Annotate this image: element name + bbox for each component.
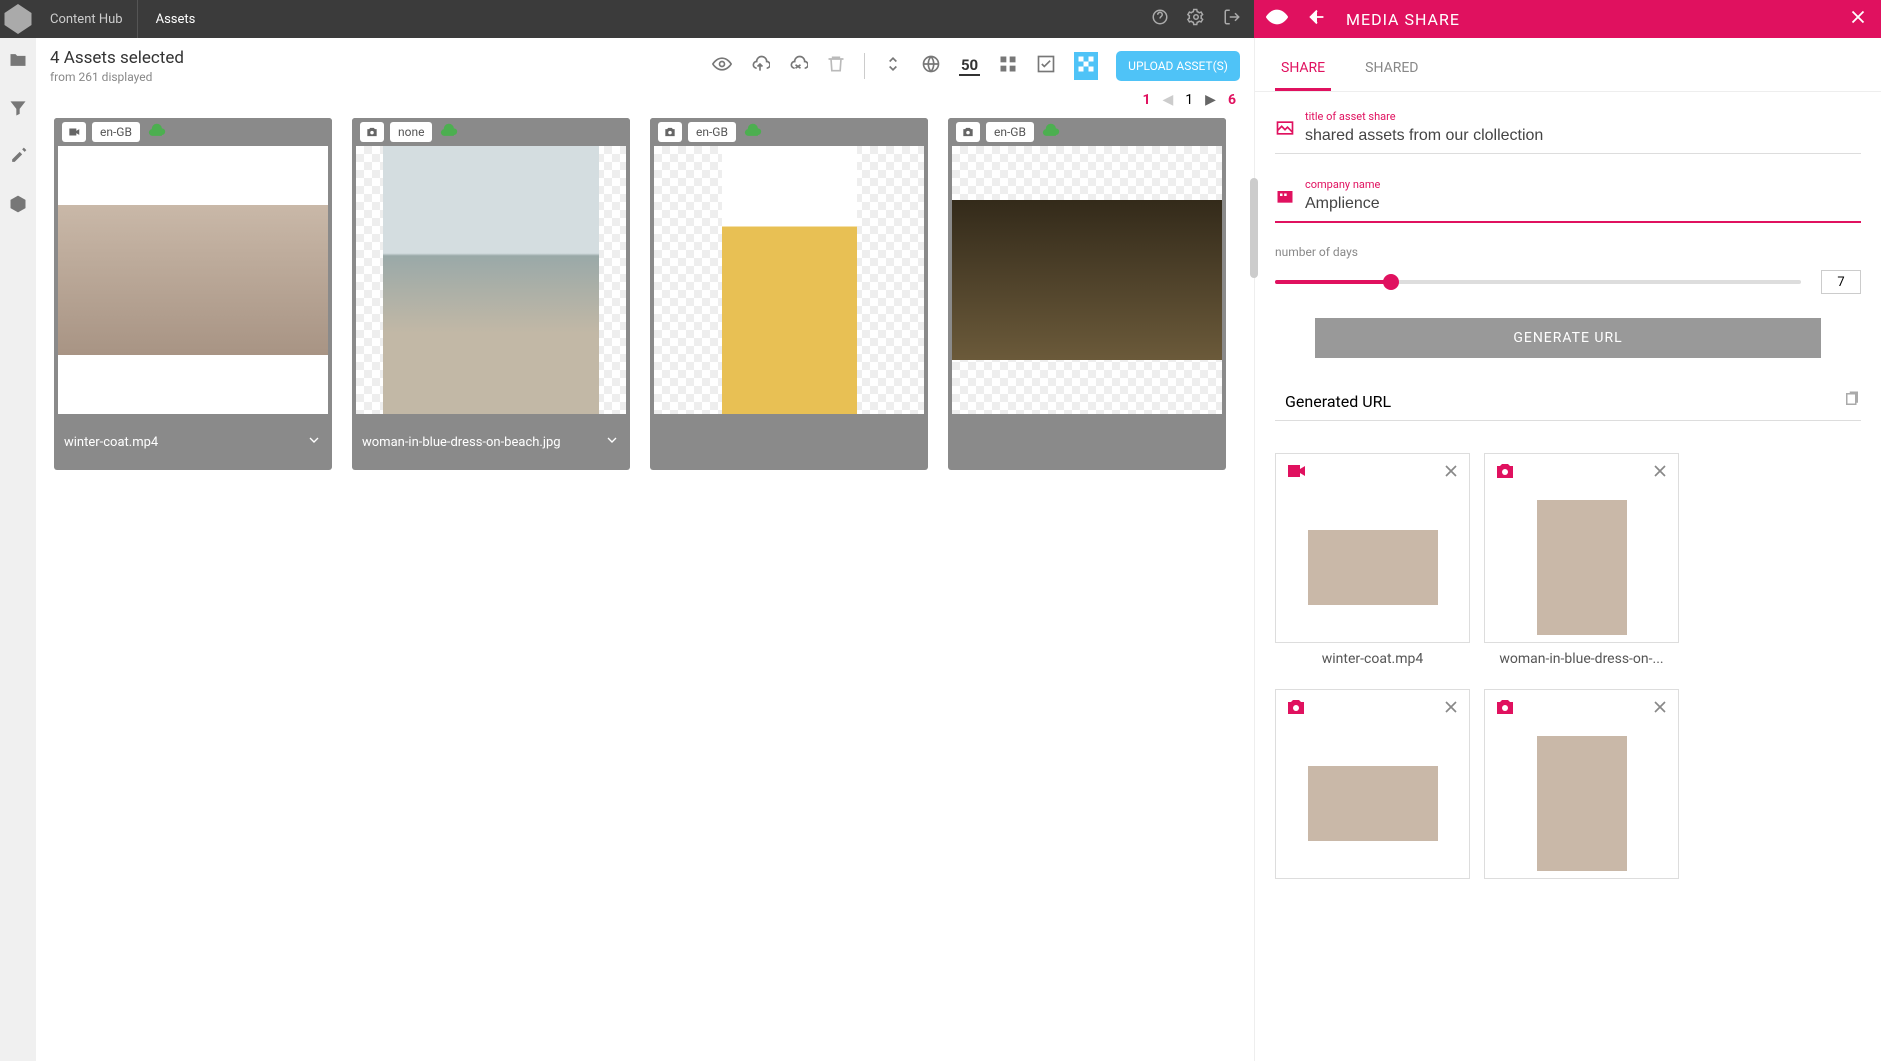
back-icon[interactable] (1306, 6, 1328, 32)
generated-url: Generated URL (1285, 392, 1391, 411)
locale-badge: en-GB (688, 122, 736, 142)
share-item-label: winter-coat.mp4 (1275, 643, 1470, 675)
pager-current: 1 (1185, 92, 1193, 108)
camera-icon (1493, 459, 1517, 487)
image-icon (1275, 118, 1295, 138)
logout-icon[interactable] (1223, 8, 1241, 30)
upload-button[interactable]: UPLOAD ASSET(S) (1116, 51, 1240, 81)
cloud-synced-icon (742, 120, 762, 144)
company-label: company name (1305, 178, 1861, 191)
days-label: number of days (1275, 245, 1358, 259)
days-slider[interactable] (1275, 280, 1801, 284)
pager-prev-icon[interactable]: ◀ (1163, 92, 1174, 108)
video-icon (1284, 459, 1308, 487)
trash-icon[interactable] (826, 54, 846, 78)
checkbox-icon[interactable] (1036, 54, 1056, 78)
preview-icon[interactable] (1266, 6, 1288, 32)
chevron-down-icon[interactable] (604, 432, 620, 452)
share-item (1275, 453, 1470, 643)
help-icon[interactable] (1151, 8, 1169, 30)
locale-badge: none (390, 122, 432, 142)
company-icon (1275, 186, 1295, 206)
asset-card[interactable]: en-GB (948, 118, 1226, 470)
share-item (1484, 689, 1679, 879)
folder-icon[interactable] (8, 50, 28, 70)
cloud-upload-icon[interactable] (750, 54, 770, 78)
days-value[interactable]: 7 (1821, 270, 1861, 294)
tools-icon[interactable] (8, 146, 28, 166)
asset-name: winter-coat.mp4 (64, 435, 158, 450)
eye-icon[interactable] (712, 54, 732, 78)
share-item (1484, 453, 1679, 643)
title-input[interactable] (1305, 127, 1861, 145)
copy-icon[interactable] (1843, 390, 1861, 412)
asset-card[interactable]: none woman-in-blue-dress-on-beach.jpg (352, 118, 630, 470)
title-label: title of asset share (1305, 110, 1861, 123)
tab-shared[interactable]: SHARED (1359, 52, 1424, 91)
sort-icon[interactable] (883, 54, 903, 78)
video-icon (62, 122, 86, 142)
pager-last[interactable]: 6 (1228, 92, 1236, 108)
chevron-down-icon[interactable] (306, 432, 322, 452)
selection-title: 4 Assets selected (50, 48, 698, 68)
pager-next-icon[interactable]: ▶ (1205, 92, 1216, 108)
remove-icon[interactable] (1650, 461, 1670, 485)
gear-icon[interactable] (1187, 8, 1205, 30)
share-item (1275, 689, 1470, 879)
remove-icon[interactable] (1650, 697, 1670, 721)
grid-view-icon[interactable] (998, 54, 1018, 78)
globe-icon[interactable] (921, 54, 941, 78)
tab-share[interactable]: SHARE (1275, 52, 1331, 91)
locale-badge: en-GB (986, 122, 1034, 142)
remove-icon[interactable] (1441, 697, 1461, 721)
remove-icon[interactable] (1441, 461, 1461, 485)
transparency-icon[interactable] (1074, 52, 1098, 80)
selection-sub: from 261 displayed (50, 70, 698, 84)
cloud-delete-icon[interactable] (788, 54, 808, 78)
asset-name: woman-in-blue-dress-on-beach.jpg (362, 435, 561, 450)
close-icon[interactable] (1847, 6, 1869, 32)
share-item-label: woman-in-blue-dress-on-... (1484, 643, 1679, 675)
camera-icon (658, 122, 682, 142)
camera-icon (956, 122, 980, 142)
tab-assets[interactable]: Assets (138, 0, 214, 38)
camera-icon (360, 122, 384, 142)
cloud-synced-icon (146, 120, 166, 144)
asset-card[interactable]: en-GB winter-coat.mp4 (54, 118, 332, 470)
generate-url-button[interactable]: GENERATE URL (1315, 318, 1821, 358)
locale-badge: en-GB (92, 122, 140, 142)
app-name[interactable]: Content Hub (36, 0, 138, 38)
pager-first[interactable]: 1 (1142, 92, 1150, 108)
asset-card[interactable]: en-GB (650, 118, 928, 470)
camera-icon (1284, 695, 1308, 723)
cloud-synced-icon (438, 120, 458, 144)
app-logo[interactable] (0, 0, 36, 38)
page-size[interactable]: 50 (959, 56, 980, 76)
company-input[interactable] (1305, 195, 1861, 213)
cloud-synced-icon (1040, 120, 1060, 144)
scrollbar[interactable] (1250, 178, 1254, 278)
package-icon[interactable] (8, 194, 28, 214)
camera-icon (1493, 695, 1517, 723)
filter-icon[interactable] (8, 98, 28, 118)
share-title: MEDIA SHARE (1346, 10, 1460, 29)
